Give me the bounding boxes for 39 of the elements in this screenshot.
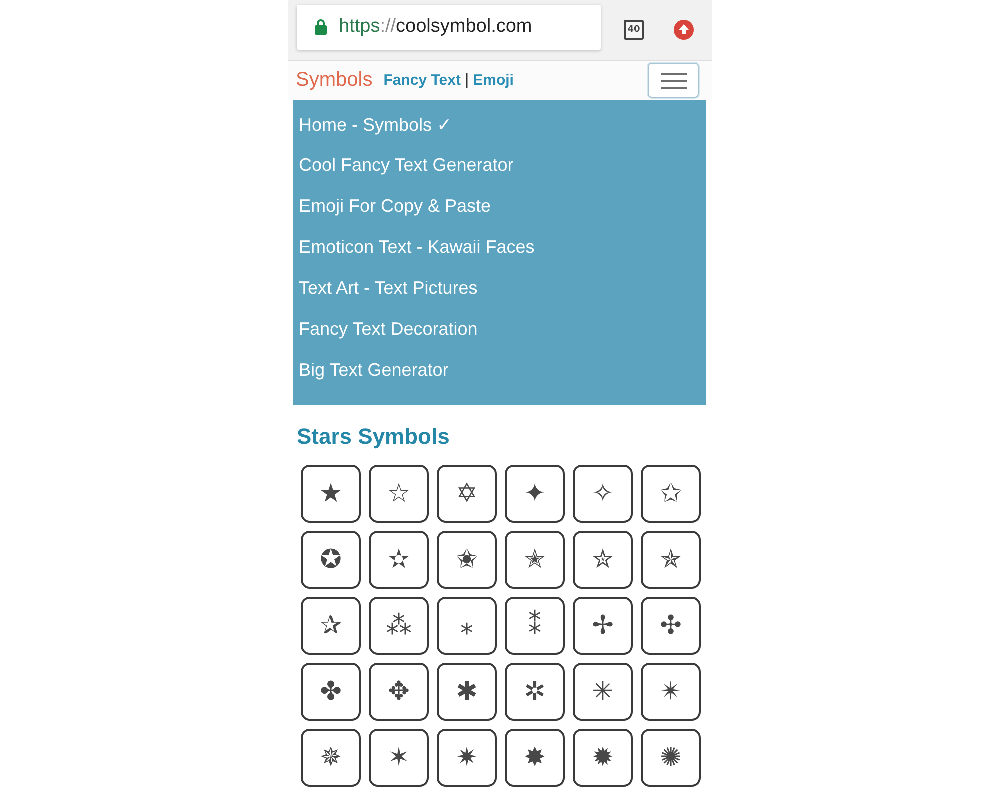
symbol-button[interactable]: ⁑ — [505, 597, 565, 655]
address-bar[interactable]: https://coolsymbol.com — [297, 4, 601, 50]
nav-separator: | — [464, 72, 470, 90]
symbol-button[interactable]: ✸ — [505, 729, 565, 787]
symbol-button[interactable]: ✳ — [573, 663, 633, 721]
section-heading: Stars Symbols — [297, 424, 450, 450]
symbol-button[interactable]: ✵ — [301, 729, 361, 787]
lock-icon — [315, 19, 327, 35]
symbol-button[interactable]: ✷ — [437, 729, 497, 787]
symbol-button[interactable]: ✤ — [301, 663, 361, 721]
symbol-button[interactable]: ⁂ — [369, 597, 429, 655]
symbol-button[interactable]: ✢ — [573, 597, 633, 655]
symbol-button[interactable]: ✲ — [505, 663, 565, 721]
menu-icon — [660, 72, 686, 88]
symbol-button[interactable]: ✰ — [301, 597, 361, 655]
symbol-button[interactable]: ✮ — [573, 531, 633, 589]
symbol-button[interactable]: ✥ — [369, 663, 429, 721]
nav-link[interactable]: Emoji — [473, 72, 514, 89]
symbol-button[interactable]: ✭ — [505, 531, 565, 589]
symbol-button[interactable]: ✦ — [505, 465, 565, 523]
symbol-button[interactable]: ✺ — [641, 729, 701, 787]
nav-link[interactable]: Fancy Text — [384, 72, 461, 89]
symbol-button[interactable]: ✹ — [573, 729, 633, 787]
symbol-button[interactable]: ✧ — [573, 465, 633, 523]
symbol-button[interactable]: ✶ — [369, 729, 429, 787]
symbol-button[interactable]: ✣ — [641, 597, 701, 655]
symbol-button[interactable]: ✫ — [369, 531, 429, 589]
symbol-button[interactable]: ⁎ — [437, 597, 497, 655]
symbol-button[interactable]: ✴ — [641, 663, 701, 721]
symbol-button[interactable]: ✡ — [437, 465, 497, 523]
symbol-button[interactable]: ✪ — [301, 531, 361, 589]
symbol-button[interactable]: ★ — [301, 465, 361, 523]
symbol-button[interactable]: ✩ — [641, 465, 701, 523]
symbol-button[interactable]: ✬ — [437, 531, 497, 589]
tab-count-button[interactable]: 40 — [624, 20, 644, 40]
symbol-button[interactable]: ☆ — [369, 465, 429, 523]
menu-button[interactable] — [648, 63, 699, 98]
symbol-button[interactable]: ✱ — [437, 663, 497, 721]
symbol-button[interactable]: ✯ — [641, 531, 701, 589]
